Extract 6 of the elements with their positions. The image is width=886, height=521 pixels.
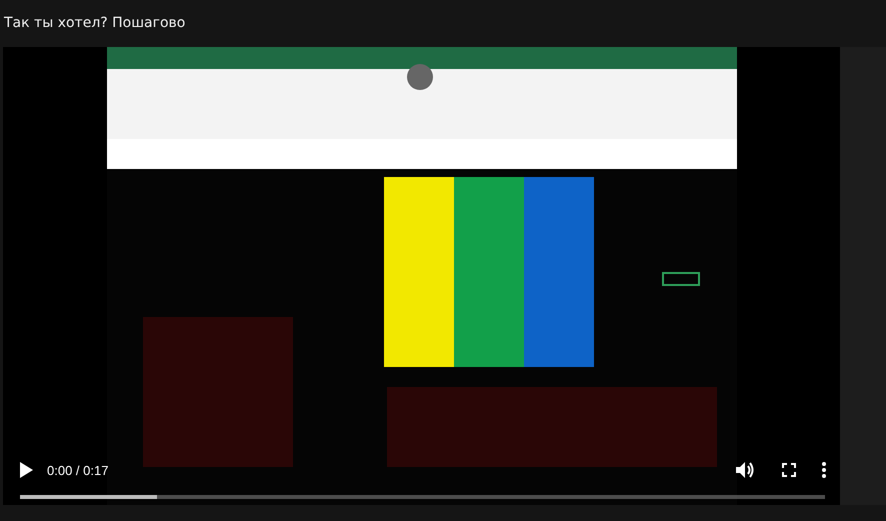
fullscreen-icon[interactable] (780, 461, 798, 479)
progress-bar[interactable] (20, 495, 825, 499)
time-display: 0:00 / 0:17 (47, 462, 108, 478)
video-title: Так ты хотел? Пошагово (3, 14, 186, 32)
play-button[interactable] (17, 460, 35, 480)
more-options-icon[interactable] (820, 460, 828, 480)
